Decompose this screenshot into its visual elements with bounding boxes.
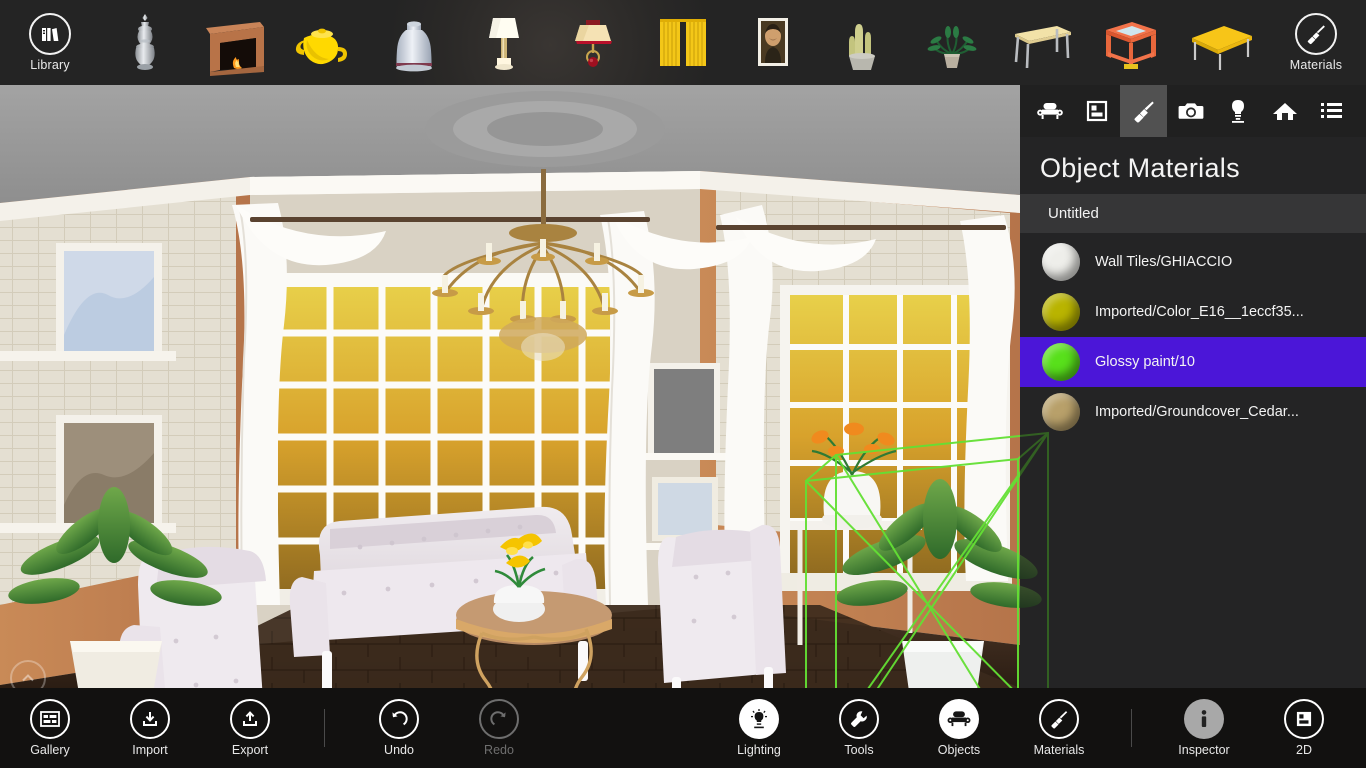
object-thumb-yellow-teapot[interactable] xyxy=(287,10,361,76)
panel-subtitle: Untitled xyxy=(1020,194,1366,233)
object-thumb-milk-can[interactable] xyxy=(377,10,451,76)
2d-view-button[interactable]: 2D xyxy=(1254,688,1354,768)
material-name: Imported/Color_E16__1eccf35... xyxy=(1095,304,1304,320)
redo-icon xyxy=(479,699,519,739)
undo-button[interactable]: Undo xyxy=(349,688,449,768)
armchair-icon xyxy=(939,699,979,739)
object-materials-panel: Object Materials Untitled Wall Tiles/GHI… xyxy=(1020,85,1366,688)
objects-button[interactable]: Objects xyxy=(909,688,1009,768)
wrench-icon xyxy=(839,699,879,739)
home-icon xyxy=(1272,103,1297,120)
tools-button[interactable]: Tools xyxy=(809,688,909,768)
inspector-button[interactable]: Inspector xyxy=(1154,688,1254,768)
material-list-item-selected[interactable]: Glossy paint/10 xyxy=(1020,337,1366,387)
undo-icon xyxy=(379,699,419,739)
object-thumb-wall-sconce-lamp[interactable] xyxy=(556,10,630,76)
redo-label: Redo xyxy=(484,743,514,757)
panel-tab-home[interactable] xyxy=(1261,85,1308,137)
materials-label-bottom: Materials xyxy=(1033,743,1085,757)
toolbar-divider-2 xyxy=(1131,709,1132,747)
object-thumb-yellow-curtains[interactable] xyxy=(646,10,720,76)
panel-tab-camera[interactable] xyxy=(1167,85,1214,137)
application-window: Library Materials Object Materials Untit… xyxy=(0,0,1366,768)
toolbar-divider-1 xyxy=(324,709,325,747)
object-thumb-framed-painting[interactable] xyxy=(736,10,810,76)
object-thumb-wooden-table[interactable] xyxy=(1005,10,1079,76)
bottom-toolbar: Gallery Import Export Undo Redo Lighting… xyxy=(0,688,1366,768)
gallery-icon xyxy=(30,699,70,739)
chevron-up-icon xyxy=(22,674,34,682)
paintbrush-icon xyxy=(1039,699,1079,739)
object-thumb-yellow-coffee-table[interactable] xyxy=(1184,10,1258,76)
gallery-label: Gallery xyxy=(30,743,70,757)
lightbulb-icon xyxy=(739,699,779,739)
materials-button-top[interactable]: Materials xyxy=(1266,0,1366,85)
paintbrush-icon xyxy=(1133,101,1154,123)
object-thumbnail-strip xyxy=(100,0,1266,85)
library-button[interactable]: Library xyxy=(0,0,100,85)
material-name: Imported/Groundcover_Cedar... xyxy=(1095,404,1299,420)
gallery-button[interactable]: Gallery xyxy=(0,688,100,768)
material-list-item[interactable]: Wall Tiles/GHIACCIO xyxy=(1020,237,1366,287)
panel-tab-materials[interactable] xyxy=(1120,85,1167,137)
armchair-icon xyxy=(1036,103,1063,119)
object-thumb-silver-vase[interactable] xyxy=(108,10,182,76)
library-books-icon xyxy=(29,13,71,55)
material-name: Glossy paint/10 xyxy=(1095,354,1195,370)
2d-view-label: 2D xyxy=(1296,743,1312,757)
panel-tab-objects[interactable] xyxy=(1026,85,1073,137)
lighting-button[interactable]: Lighting xyxy=(709,688,809,768)
material-swatch xyxy=(1042,343,1080,381)
import-button[interactable]: Import xyxy=(100,688,200,768)
floorplan-icon xyxy=(1086,100,1107,122)
export-label: Export xyxy=(231,743,269,757)
info-icon xyxy=(1184,699,1224,739)
top-toolbar: Library Materials xyxy=(0,0,1366,85)
materials-label-top: Materials xyxy=(1289,58,1343,72)
panel-tab-bar xyxy=(1020,85,1366,137)
floorplan-icon xyxy=(1284,699,1324,739)
import-label: Import xyxy=(132,743,168,757)
export-button[interactable]: Export xyxy=(200,688,300,768)
object-thumb-orange-side-table[interactable] xyxy=(1094,10,1168,76)
material-list: Wall Tiles/GHIACCIO Imported/Color_E16__… xyxy=(1020,237,1366,437)
list-icon xyxy=(1320,103,1342,118)
object-thumb-table-lamp[interactable] xyxy=(467,10,541,76)
panel-content: Object Materials Untitled Wall Tiles/GHI… xyxy=(1020,137,1366,688)
object-thumb-fireplace[interactable] xyxy=(198,10,272,76)
paintbrush-icon xyxy=(1295,13,1337,55)
material-swatch xyxy=(1042,243,1080,281)
material-list-item[interactable]: Imported/Groundcover_Cedar... xyxy=(1020,387,1366,437)
redo-button[interactable]: Redo xyxy=(449,688,549,768)
inspector-label: Inspector xyxy=(1178,743,1230,757)
import-icon xyxy=(130,699,170,739)
material-name: Wall Tiles/GHIACCIO xyxy=(1095,254,1233,270)
lightbulb-icon xyxy=(1231,100,1244,123)
panel-tab-lighting[interactable] xyxy=(1214,85,1261,137)
export-icon xyxy=(230,699,270,739)
undo-label: Undo xyxy=(384,743,414,757)
collapse-toolbar-button[interactable] xyxy=(10,660,46,688)
library-label: Library xyxy=(30,58,70,72)
object-thumb-potted-plant[interactable] xyxy=(915,10,989,76)
panel-tab-list[interactable] xyxy=(1308,85,1355,137)
material-swatch xyxy=(1042,393,1080,431)
camera-icon xyxy=(1178,103,1203,119)
lighting-label: Lighting xyxy=(737,743,781,757)
object-thumb-cactus-plant[interactable] xyxy=(825,10,899,76)
materials-button-bottom[interactable]: Materials xyxy=(1009,688,1109,768)
objects-label: Objects xyxy=(937,743,981,757)
panel-title: Object Materials xyxy=(1040,153,1240,183)
material-list-item[interactable]: Imported/Color_E16__1eccf35... xyxy=(1020,287,1366,337)
material-swatch xyxy=(1042,293,1080,331)
tools-label: Tools xyxy=(844,743,874,757)
panel-tab-floorplan[interactable] xyxy=(1073,85,1120,137)
